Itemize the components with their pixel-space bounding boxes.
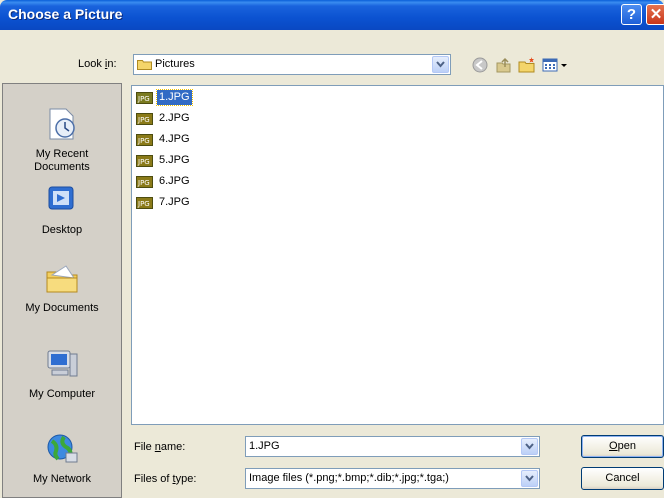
place-my-recent-documents[interactable]: My Recent Documents bbox=[3, 106, 121, 174]
help-icon: ? bbox=[626, 6, 637, 23]
jpg-file-icon: JPG bbox=[136, 176, 153, 188]
new-folder-icon[interactable] bbox=[517, 55, 537, 75]
file-list[interactable]: JPG 1.JPG JPG 2.JPG JPG 4.JPG JPG 5.JPG … bbox=[131, 85, 664, 425]
chevron-down-icon bbox=[525, 475, 534, 482]
back-icon[interactable] bbox=[470, 55, 490, 75]
svg-text:JPG: JPG bbox=[137, 137, 150, 145]
look-in-combo[interactable]: Pictures bbox=[133, 54, 451, 75]
svg-text:JPG: JPG bbox=[137, 116, 150, 124]
up-folder-icon[interactable] bbox=[494, 55, 514, 75]
view-menu-icon[interactable] bbox=[541, 55, 571, 75]
place-my-documents[interactable]: My Documents bbox=[3, 260, 121, 315]
file-type-value: Image files (*.png;*.bmp;*.dib;*.jpg;*.t… bbox=[249, 472, 449, 484]
folder-icon bbox=[137, 60, 152, 70]
window-title: Choose a Picture bbox=[8, 6, 123, 22]
jpg-file-icon: JPG bbox=[136, 134, 153, 146]
svg-text:JPG: JPG bbox=[137, 179, 150, 187]
close-icon: ✕ bbox=[649, 6, 663, 23]
my-recent-documents-icon bbox=[49, 108, 75, 140]
my-network-icon bbox=[47, 434, 78, 463]
jpg-file-icon: JPG bbox=[136, 155, 153, 167]
look-in-label: Look in: bbox=[78, 58, 117, 70]
look-in-dropdown-button[interactable] bbox=[432, 56, 449, 73]
cancel-button[interactable]: Cancel bbox=[581, 467, 664, 490]
look-in-value: Pictures bbox=[155, 58, 195, 70]
help-button[interactable]: ? bbox=[621, 4, 642, 25]
file-type-dropdown-button[interactable] bbox=[521, 470, 538, 487]
places-bar: My Recent Documents Desktop My Documents … bbox=[2, 83, 122, 498]
file-name-label: File name: bbox=[134, 441, 186, 453]
file-name-field[interactable]: 1.JPG bbox=[245, 436, 540, 457]
title-bar[interactable]: Choose a Picture ? ✕ bbox=[0, 0, 664, 30]
my-computer-icon bbox=[47, 350, 78, 377]
place-my-network[interactable]: My Network bbox=[3, 431, 121, 486]
file-type-select[interactable]: Image files (*.png;*.bmp;*.dib;*.jpg;*.t… bbox=[245, 468, 540, 489]
chevron-down-icon bbox=[525, 443, 534, 450]
jpg-file-icon: JPG bbox=[136, 113, 153, 125]
open-button[interactable]: Open bbox=[581, 435, 664, 458]
close-button[interactable]: ✕ bbox=[646, 4, 664, 25]
place-desktop[interactable]: Desktop bbox=[3, 182, 121, 237]
file-name-dropdown-button[interactable] bbox=[521, 438, 538, 455]
chevron-down-icon bbox=[436, 61, 445, 68]
svg-text:JPG: JPG bbox=[137, 158, 150, 166]
desktop-icon bbox=[48, 186, 74, 210]
svg-text:JPG: JPG bbox=[137, 200, 150, 208]
svg-text:JPG: JPG bbox=[137, 95, 150, 103]
file-type-label: Files of type: bbox=[134, 473, 197, 485]
my-documents-icon bbox=[46, 265, 78, 293]
place-my-computer[interactable]: My Computer bbox=[3, 346, 121, 401]
jpg-file-icon: JPG bbox=[136, 92, 153, 104]
file-name-value: 1.JPG bbox=[249, 440, 280, 452]
jpg-file-icon: JPG bbox=[136, 197, 153, 209]
